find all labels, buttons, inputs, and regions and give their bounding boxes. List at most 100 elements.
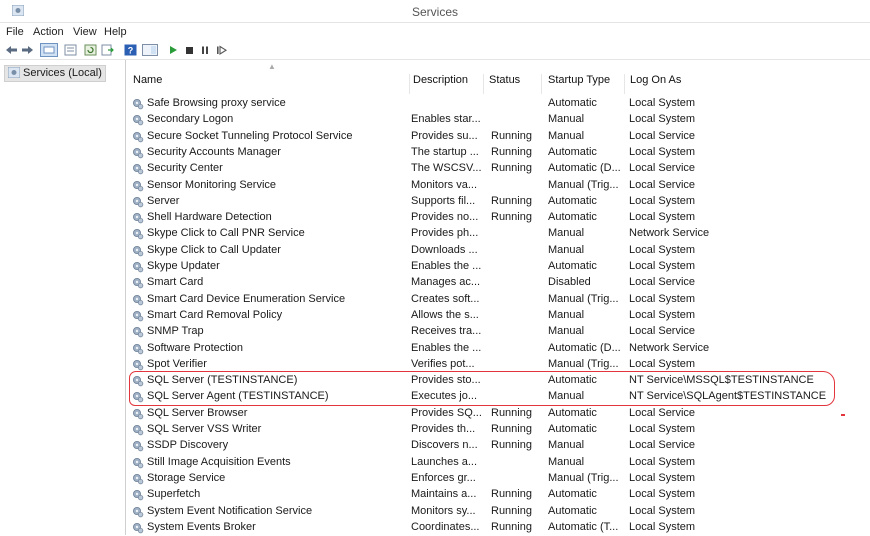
menu-file[interactable]: File (6, 26, 24, 38)
table-row[interactable]: System Event Notification Service Monitor… (126, 504, 870, 520)
service-status: Running (491, 504, 532, 517)
service-gear-icon (133, 115, 144, 126)
service-log-on-as: Local System (629, 308, 696, 321)
service-log-on-as: Local System (629, 357, 696, 370)
service-description: Monitors va... (411, 178, 478, 191)
service-gear-icon (133, 196, 144, 208)
service-startup-type: Automatic (548, 406, 597, 419)
column-header-description[interactable]: Description (413, 74, 484, 94)
forward-arrow-icon[interactable] (21, 44, 34, 56)
service-log-on-as: Network Service (629, 341, 710, 354)
service-name: SQL Server VSS Writer (147, 423, 262, 435)
service-startup-type: Manual (Trig... (548, 357, 619, 370)
stop-service-icon[interactable] (183, 44, 196, 56)
service-status: Running (491, 520, 532, 533)
service-status: Running (491, 439, 532, 452)
column-header-name[interactable]: Name (133, 74, 410, 94)
table-row[interactable]: Superfetch Maintains a... Running Automatic… (126, 487, 870, 503)
table-row[interactable]: Software Protection Enables the ... Automa… (126, 341, 870, 357)
table-row[interactable]: System Events Broker Coordinates... Runnin… (126, 520, 870, 536)
service-log-on-as: Local System (629, 423, 696, 435)
svg-text:?: ? (128, 46, 134, 56)
service-startup-type: Automatic (548, 504, 597, 517)
service-description: Allows the s... (411, 308, 479, 321)
service-gear-icon (133, 359, 144, 371)
service-description: Coordinates... (411, 520, 480, 533)
table-row[interactable]: SNMP Trap Receives tra... Manual Local Serv… (126, 324, 870, 340)
service-name: Skype Updater (147, 260, 220, 272)
table-row[interactable]: Skype Updater Enables the ... Automatic Loc… (126, 259, 870, 275)
column-header-startup-type[interactable]: Startup Type (548, 74, 625, 94)
service-log-on-as: Local Service (629, 276, 696, 289)
service-log-on-as: Local System (629, 97, 696, 109)
service-log-on-as: Local System (629, 504, 696, 517)
help-icon[interactable]: ? (124, 44, 137, 56)
table-row[interactable]: Skype Click to Call Updater Downloads ...… (126, 243, 870, 259)
service-startup-type: Manual (548, 325, 585, 338)
table-row[interactable]: Security Accounts Manager The startup ...… (126, 145, 870, 161)
table-row[interactable]: Smart Card Device Enumeration Service Cre… (126, 292, 870, 308)
service-startup-type: Automatic (D... (548, 162, 621, 175)
service-gear-icon (133, 310, 144, 322)
start-service-icon[interactable] (167, 44, 180, 56)
service-name: Secondary Logon (147, 113, 234, 126)
refresh-icon[interactable] (84, 44, 97, 56)
service-gear-icon (133, 327, 144, 338)
service-startup-type: Automatic (548, 211, 597, 224)
table-row[interactable]: Smart Card Manages ac... Disabled Local Ser… (126, 275, 870, 291)
service-log-on-as: Local System (629, 145, 696, 158)
table-row[interactable]: SQL Server Browser Provides SQ... Running A… (126, 406, 870, 422)
service-description: Enables star... (411, 113, 481, 126)
service-gear-icon (133, 441, 144, 452)
menu-view[interactable]: View (73, 26, 97, 38)
table-row[interactable]: Secure Socket Tunneling Protocol Service… (126, 129, 870, 145)
table-row[interactable]: Safe Browsing proxy service Automatic Loca… (126, 96, 870, 112)
service-description: Discovers n... (411, 439, 478, 452)
table-row[interactable]: Secondary Logon Enables star... Manual Loca… (126, 112, 870, 128)
table-row[interactable]: Storage Service Enforces gr... Manual (Tri… (126, 471, 870, 487)
table-row[interactable]: Still Image Acquisition Events Launches a… (126, 455, 870, 471)
service-name: Smart Card (147, 276, 204, 289)
service-log-on-as: Local System (629, 194, 696, 207)
service-description: Receives tra... (411, 325, 482, 338)
table-row[interactable]: SSDP Discovery Discovers n... Running Manua… (126, 438, 870, 454)
pause-service-icon[interactable] (199, 44, 212, 56)
table-row[interactable]: SQL Server VSS Writer Provides th... Runni… (126, 422, 870, 438)
service-log-on-as: Local System (629, 260, 696, 272)
service-gear-icon (133, 131, 144, 142)
back-arrow-icon[interactable] (5, 44, 18, 56)
service-log-on-as: Local Service (629, 162, 696, 175)
restart-service-icon[interactable] (215, 44, 228, 56)
service-status: Running (491, 194, 532, 207)
column-header-status[interactable]: Status (489, 74, 542, 94)
red-highlight-annotation (129, 371, 835, 406)
console-tree-icon[interactable] (40, 43, 58, 57)
table-row[interactable]: Shell Hardware Detection Provides no... Ru… (126, 210, 870, 226)
table-row[interactable]: Smart Card Removal Policy Allows the s...… (126, 308, 870, 324)
service-gear-icon (133, 522, 144, 534)
export-list-icon[interactable] (101, 44, 114, 56)
service-description: The WSCSV... (411, 162, 482, 175)
menu-action[interactable]: Action (33, 26, 64, 38)
service-gear-icon (133, 164, 144, 175)
menu-help[interactable]: Help (104, 26, 127, 38)
service-log-on-as: Local Service (629, 439, 696, 452)
services-gear-icon (8, 67, 20, 78)
column-header-log-on-as[interactable]: Log On As (630, 74, 860, 94)
service-startup-type: Manual (548, 455, 585, 468)
show-pane-icon[interactable] (142, 44, 158, 56)
service-name: Sensor Monitoring Service (147, 178, 277, 191)
console-tree: Services (Local) (0, 60, 126, 535)
table-row[interactable]: Security Center The WSCSV... Running Automa… (126, 161, 870, 177)
service-gear-icon (133, 425, 144, 436)
tree-item-services-local[interactable]: Services (Local) (4, 65, 106, 82)
sort-indicator-icon: ▲ (268, 62, 276, 71)
table-row[interactable]: Server Supports fil... Running Automatic Loc… (126, 194, 870, 210)
service-gear-icon (133, 229, 144, 240)
service-startup-type: Manual (548, 227, 585, 240)
properties-icon[interactable] (64, 44, 77, 56)
service-name: Security Accounts Manager (147, 145, 281, 158)
table-row[interactable]: Sensor Monitoring Service Monitors va... M… (126, 178, 870, 194)
table-row[interactable]: Skype Click to Call PNR Service Provides … (126, 226, 870, 242)
service-gear-icon (133, 294, 144, 305)
